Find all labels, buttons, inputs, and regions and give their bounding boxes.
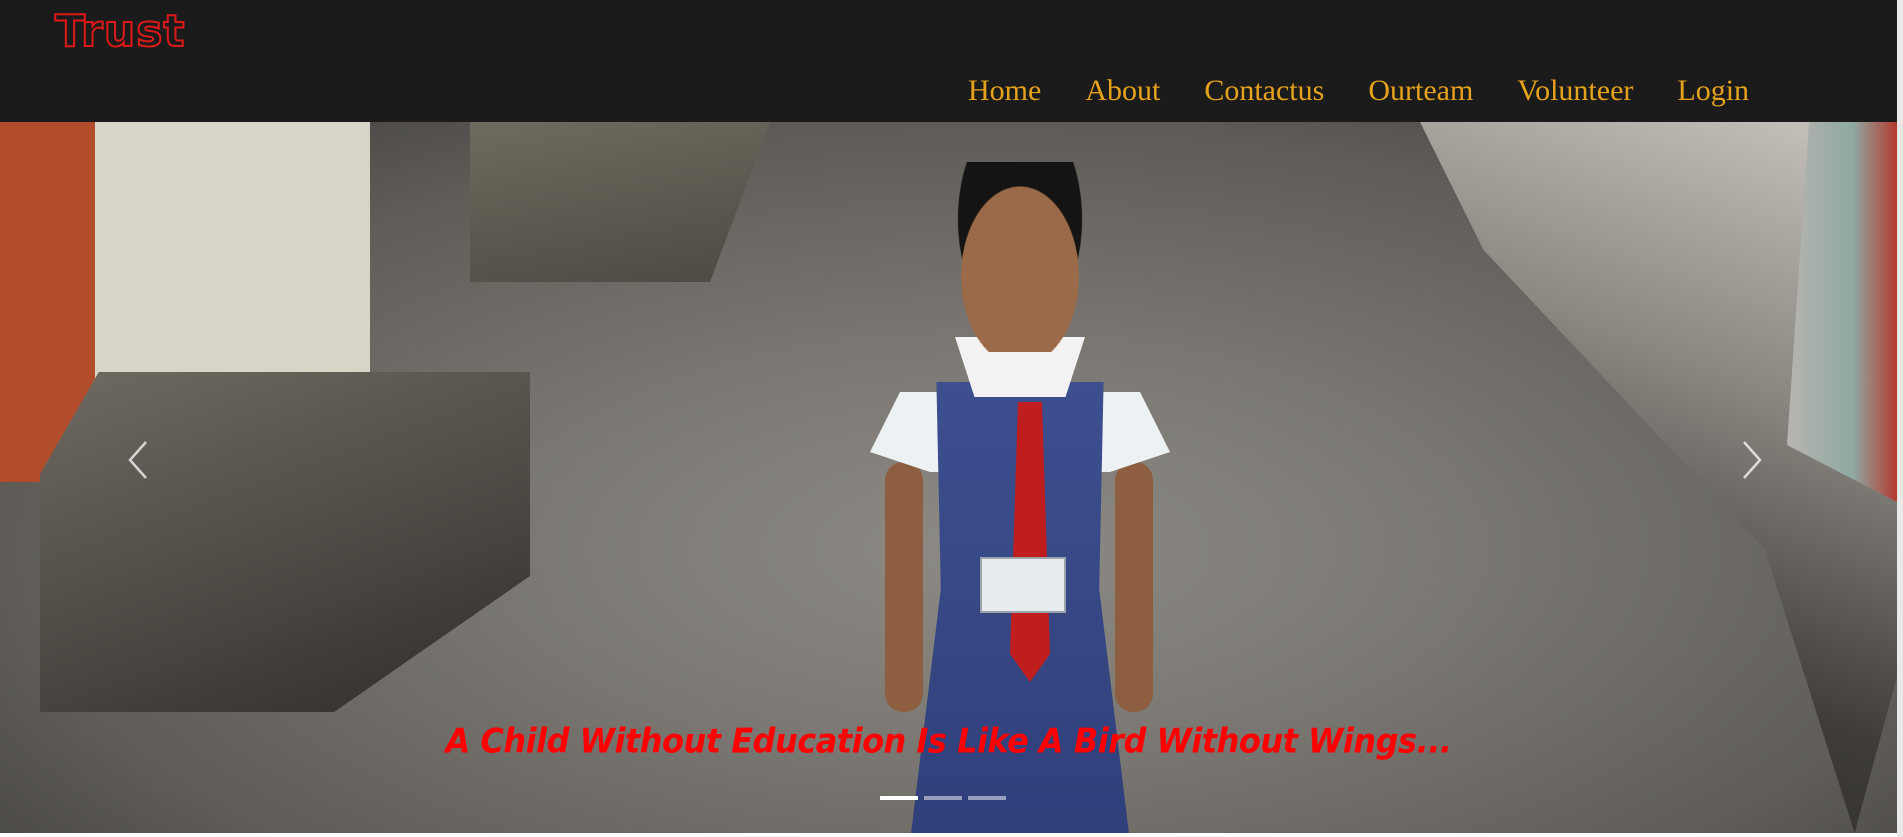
child-id-badge [980,557,1066,613]
top-navbar: Trust Home About Contactus Ourteam Volun… [0,0,1897,122]
chevron-right-icon [1740,440,1764,485]
nav-login-link[interactable]: Login [1677,76,1749,106]
brand-logo[interactable]: Trust [54,5,185,58]
carousel-next-button[interactable] [1712,422,1792,502]
nav-volunteer-link[interactable]: Volunteer [1517,76,1633,106]
child-right-arm [1115,462,1153,712]
nav-ourteam-link[interactable]: Ourteam [1368,76,1473,106]
nav-home-link[interactable]: Home [968,76,1041,106]
hero-carousel: A Child Without Education Is Like A Bird… [0,122,1897,833]
page-scrollbar[interactable] [1897,0,1903,837]
carousel-indicator[interactable] [880,796,918,800]
nav-contactus-link[interactable]: Contactus [1204,76,1324,106]
chevron-left-icon [126,440,150,485]
carousel-indicator[interactable] [968,796,1006,800]
carousel-indicators [880,796,1006,800]
carousel-indicator[interactable] [924,796,962,800]
child-left-arm [885,462,923,712]
child-head [945,162,1095,352]
nav-about-link[interactable]: About [1085,76,1160,106]
nav-links: Home About Contactus Ourteam Volunteer L… [968,76,1793,106]
carousel-caption: A Child Without Education Is Like A Bird… [445,721,1452,761]
carousel-prev-button[interactable] [98,422,178,502]
